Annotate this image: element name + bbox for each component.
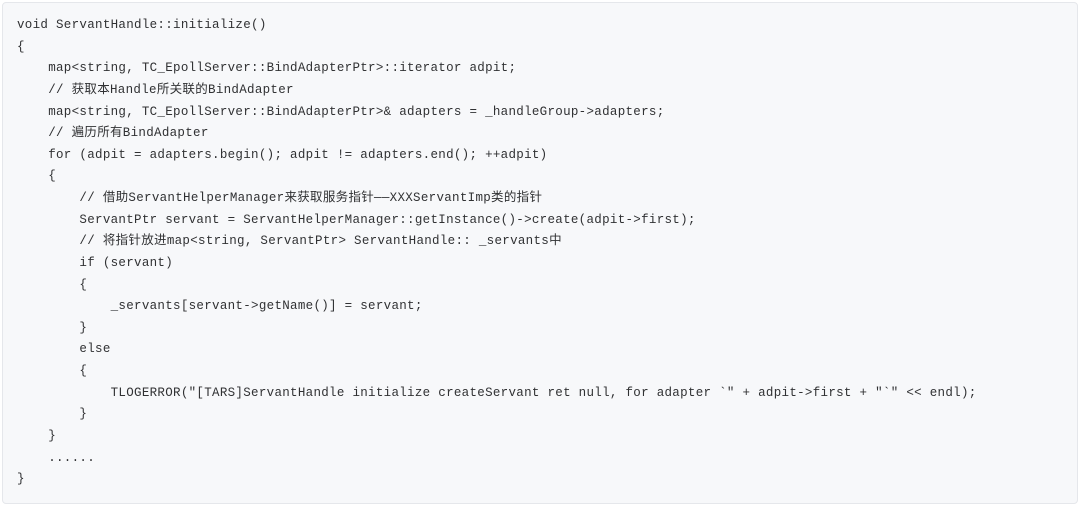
code-line: TLOGERROR("[TARS]ServantHandle initializ… bbox=[17, 383, 1063, 405]
code-line: } bbox=[17, 426, 1063, 448]
code-line: } bbox=[17, 404, 1063, 426]
code-line: { bbox=[17, 361, 1063, 383]
code-line: if (servant) bbox=[17, 253, 1063, 275]
code-line: void ServantHandle::initialize() bbox=[17, 15, 1063, 37]
code-line: for (adpit = adapters.begin(); adpit != … bbox=[17, 145, 1063, 167]
code-line: { bbox=[17, 275, 1063, 297]
code-block: void ServantHandle::initialize(){ map<st… bbox=[2, 2, 1078, 504]
code-line: // 遍历所有BindAdapter bbox=[17, 123, 1063, 145]
code-line: ...... bbox=[17, 448, 1063, 470]
code-line: { bbox=[17, 37, 1063, 59]
code-line: } bbox=[17, 318, 1063, 340]
code-line: // 将指针放进map<string, ServantPtr> ServantH… bbox=[17, 231, 1063, 253]
code-line: ServantPtr servant = ServantHelperManage… bbox=[17, 210, 1063, 232]
code-content: void ServantHandle::initialize(){ map<st… bbox=[17, 15, 1063, 491]
code-line: _servants[servant->getName()] = servant; bbox=[17, 296, 1063, 318]
code-line: // 获取本Handle所关联的BindAdapter bbox=[17, 80, 1063, 102]
code-line: else bbox=[17, 339, 1063, 361]
code-line: // 借助ServantHelperManager来获取服务指针——XXXSer… bbox=[17, 188, 1063, 210]
code-line: map<string, TC_EpollServer::BindAdapterP… bbox=[17, 102, 1063, 124]
code-line: } bbox=[17, 469, 1063, 491]
code-line: { bbox=[17, 166, 1063, 188]
code-line: map<string, TC_EpollServer::BindAdapterP… bbox=[17, 58, 1063, 80]
